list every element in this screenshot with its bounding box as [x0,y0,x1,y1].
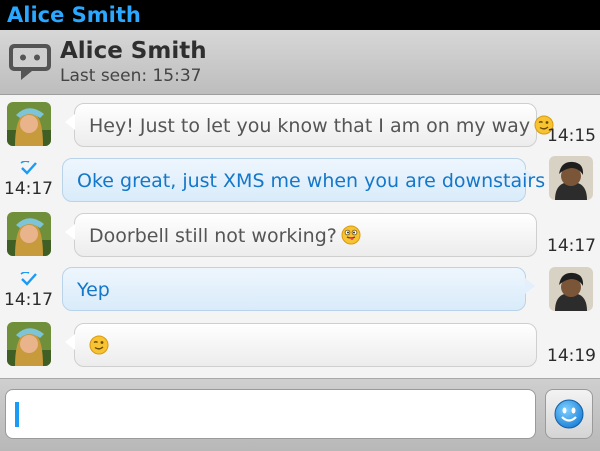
delivered-check-icon [20,272,37,286]
conversation-header: Alice Smith Last seen: 15:37 [0,30,600,95]
message-text: Hey! Just to let you know that I am on m… [89,115,531,137]
winking-smiley-icon [89,335,109,355]
contact-avatar[interactable] [7,102,51,146]
app-title: Alice Smith [7,3,141,27]
message-time: 14:19 [547,346,596,366]
message-time: 14:17 [547,236,596,256]
last-seen-status: Last seen: 15:37 [60,66,202,86]
message-time: 14:17 [4,179,53,199]
message-input[interactable] [5,389,536,439]
contact-avatar[interactable] [7,212,51,256]
title-bar: Alice Smith [0,0,600,30]
message-bubble-outgoing[interactable]: Yep [62,267,535,311]
message-text: Yep [77,279,110,301]
contact-avatar[interactable] [7,322,51,366]
message-list[interactable]: Hey! Just to let you know that I am on m… [0,95,600,378]
message-time: 14:15 [547,126,596,146]
contact-name: Alice Smith [60,38,207,64]
text-cursor [15,402,19,427]
message-bubble-incoming[interactable]: Hey! Just to let you know that I am on m… [65,103,554,147]
smiley-icon [554,399,584,429]
composer-bar [0,378,600,451]
user-avatar[interactable] [549,156,593,200]
delivered-check-icon [20,161,37,175]
chat-bubble-icon [9,44,51,80]
emoji-button[interactable] [545,389,593,439]
message-time: 14:17 [4,290,53,310]
message-text: Doorbell still not working? [89,225,337,247]
message-bubble-outgoing[interactable]: Oke great, just XMS me when you are down… [62,158,545,202]
message-bubble-incoming[interactable] [65,323,537,367]
tongue-out-smiley-icon [341,225,361,245]
message-text: Oke great, just XMS me when you are down… [77,170,546,192]
user-avatar[interactable] [549,267,593,311]
message-bubble-incoming[interactable]: Doorbell still not working? [65,213,537,257]
